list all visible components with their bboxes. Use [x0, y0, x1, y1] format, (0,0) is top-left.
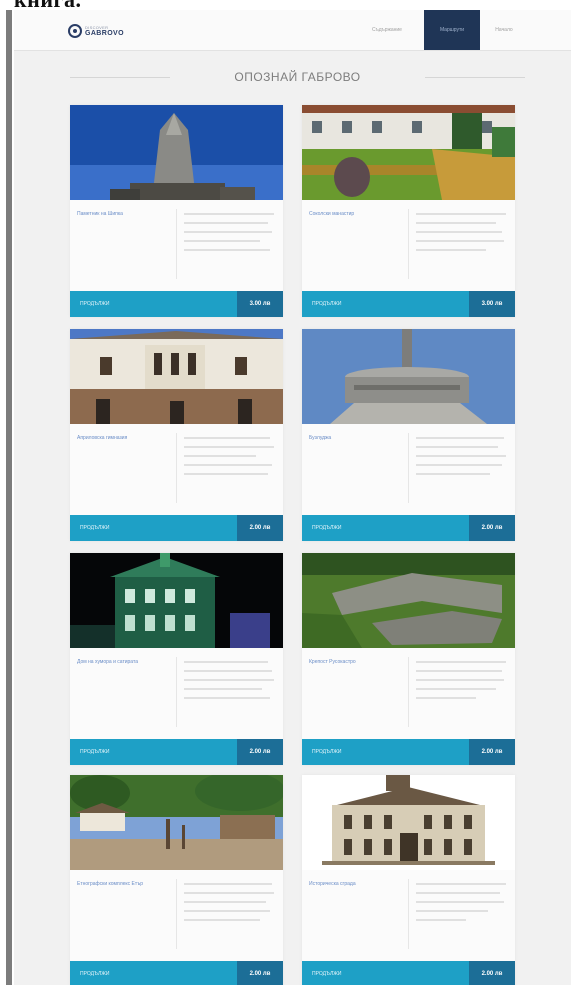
card-description [416, 661, 508, 706]
attraction-card[interactable]: Етнографски комплекс Етър ПРОДЪЛЖИ 2.00 … [70, 775, 283, 985]
card-description [416, 437, 508, 482]
card-description [416, 213, 508, 258]
card-action-bar: ПРОДЪЛЖИ 2.00 лв [302, 961, 515, 985]
historic-building-photo [302, 775, 515, 870]
card-title: Соколски манастир [309, 211, 355, 217]
card-button[interactable]: ПРОДЪЛЖИ [302, 749, 469, 755]
card-price: 3.00 лв [469, 291, 515, 317]
card-title: Бузлуджа [309, 435, 332, 441]
card-title: Паметник на Шипка [77, 211, 123, 217]
attraction-card[interactable]: Историческа сграда ПРОДЪЛЖИ 2.00 лв [302, 775, 515, 985]
card-button[interactable]: ПРОДЪЛЖИ [302, 525, 469, 531]
card-button[interactable]: ПРОДЪЛЖИ [70, 749, 237, 755]
card-description [184, 661, 276, 706]
card-action-bar: ПРОДЪЛЖИ 2.00 лв [70, 961, 283, 985]
card-action-bar: ПРОДЪЛЖИ 2.00 лв [70, 739, 283, 765]
card-action-bar: ПРОДЪЛЖИ 2.00 лв [302, 739, 515, 765]
website-page: DISCOVER GABROVO Съдържание Маршрути Нач… [14, 10, 571, 985]
card-title: Априловска гимназия [77, 435, 128, 441]
logo-name: GABROVO [85, 29, 124, 37]
card-price: 2.00 лв [237, 961, 283, 985]
card-title: Етнографски комплекс Етър [77, 881, 144, 887]
monastery-garden-photo [302, 105, 515, 200]
attraction-card[interactable]: Априловска гимназия ПРОДЪЛЖИ 2.00 лв [70, 329, 283, 541]
card-description [184, 213, 276, 258]
card-title: Дом на хумора и сатирата [77, 659, 138, 665]
left-border [6, 10, 12, 985]
card-price: 2.00 лв [469, 515, 515, 541]
nav-item-routes[interactable]: Маршрути [424, 10, 480, 50]
nav-item-home[interactable]: Начало [484, 10, 524, 50]
card-button[interactable]: ПРОДЪЛЖИ [302, 971, 469, 977]
card-price: 2.00 лв [237, 739, 283, 765]
card-price: 2.00 лв [237, 515, 283, 541]
card-description [184, 883, 276, 928]
card-button[interactable]: ПРОДЪЛЖИ [70, 971, 237, 977]
illuminated-house-photo [70, 553, 283, 648]
card-button[interactable]: ПРОДЪЛЖИ [302, 301, 469, 307]
site-logo[interactable]: DISCOVER GABROVO [68, 24, 124, 38]
logo-icon [68, 24, 82, 38]
school-facade-photo [70, 329, 283, 424]
card-description [184, 437, 276, 482]
attraction-card[interactable]: Соколски манастир ПРОДЪЛЖИ 3.00 лв [302, 105, 515, 317]
top-navigation: DISCOVER GABROVO Съдържание Маршрути Нач… [14, 10, 571, 51]
card-button[interactable]: ПРОДЪЛЖИ [70, 301, 237, 307]
card-button[interactable]: ПРОДЪЛЖИ [70, 525, 237, 531]
village-square-photo [70, 775, 283, 870]
attraction-card[interactable]: Паметник на Шипка ПРОДЪЛЖИ 3.00 лв [70, 105, 283, 317]
card-description [416, 883, 508, 928]
card-action-bar: ПРОДЪЛЖИ 2.00 лв [70, 515, 283, 541]
fortress-ruins-photo [302, 553, 515, 648]
nav-item-contents[interactable]: Съдържание [364, 10, 410, 50]
card-action-bar: ПРОДЪЛЖИ 2.00 лв [302, 515, 515, 541]
card-price: 2.00 лв [469, 739, 515, 765]
shipka-monument-photo [70, 105, 283, 200]
card-action-bar: ПРОДЪЛЖИ 3.00 лв [70, 291, 283, 317]
card-price: 2.00 лв [469, 961, 515, 985]
buzludzha-monument-photo [302, 329, 515, 424]
card-action-bar: ПРОДЪЛЖИ 3.00 лв [302, 291, 515, 317]
card-title: Крепост Русокастро [309, 659, 356, 665]
attraction-card[interactable]: Бузлуджа ПРОДЪЛЖИ 2.00 лв [302, 329, 515, 541]
card-price: 3.00 лв [237, 291, 283, 317]
card-title: Историческа сграда [309, 881, 356, 887]
title-divider-right [425, 77, 525, 78]
attraction-card[interactable]: Дом на хумора и сатирата ПРОДЪЛЖИ 2.00 л… [70, 553, 283, 765]
attraction-card[interactable]: Крепост Русокастро ПРОДЪЛЖИ 2.00 лв [302, 553, 515, 765]
title-row: ОПОЗНАЙ ГАБРОВО [70, 66, 525, 86]
